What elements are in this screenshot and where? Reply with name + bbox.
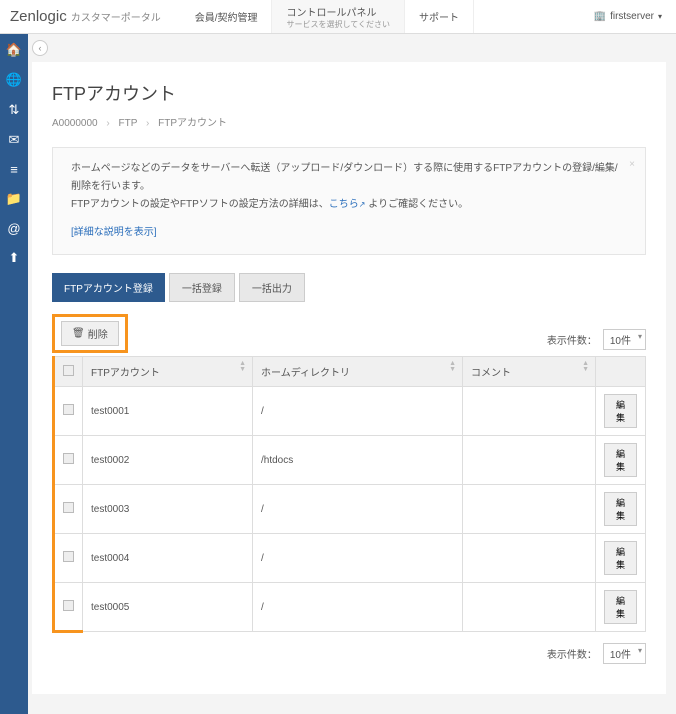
logo-subtitle: カスタマーポータル bbox=[71, 9, 161, 24]
page-size-select[interactable]: 10件 bbox=[603, 329, 646, 350]
edit-button[interactable]: 編集 bbox=[604, 541, 637, 575]
user-menu[interactable]: 🏢 firstserver ▾ bbox=[594, 11, 662, 22]
cell-comment bbox=[463, 387, 596, 436]
table-row: test0002/htdocs 編集 bbox=[54, 436, 646, 485]
sort-icon: ▲▼ bbox=[449, 361, 456, 373]
ftp-table: FTPアカウント▲▼ ホームディレクトリ▲▼ コメント▲▼ test0001/編… bbox=[52, 356, 646, 633]
breadcrumb-current: FTPアカウント bbox=[158, 118, 227, 129]
th-home[interactable]: ホームディレクトリ▲▼ bbox=[253, 357, 463, 387]
nav-support[interactable]: サポート bbox=[405, 0, 474, 33]
cell-comment bbox=[463, 534, 596, 583]
upload-icon[interactable]: ⬆ bbox=[9, 250, 20, 266]
sidebar: 🏠 🌐 ⇅ ✉ ≡ 📁 @ ⬆ bbox=[0, 34, 28, 714]
global-header: Zenlogic カスタマーポータル 会員/契約管理 コントロールパネル サービ… bbox=[0, 0, 676, 34]
sort-icon: ▲▼ bbox=[582, 361, 589, 373]
bulk-output-button[interactable]: 一括出力 bbox=[239, 273, 305, 302]
close-icon[interactable]: × bbox=[629, 156, 635, 174]
globe-icon[interactable]: 🌐 bbox=[6, 72, 22, 88]
cell-comment bbox=[463, 485, 596, 534]
cell-comment bbox=[463, 436, 596, 485]
transfer-icon[interactable]: ⇅ bbox=[9, 102, 20, 118]
cell-home: / bbox=[253, 534, 463, 583]
table-wrap: FTPアカウント▲▼ ホームディレクトリ▲▼ コメント▲▼ test0001/編… bbox=[52, 356, 646, 633]
pager-label: 表示件数： bbox=[547, 332, 597, 347]
database-icon[interactable]: ≡ bbox=[10, 162, 18, 177]
cell-home: /htdocs bbox=[253, 436, 463, 485]
at-icon[interactable]: @ bbox=[7, 221, 20, 236]
edit-button[interactable]: 編集 bbox=[604, 394, 637, 428]
global-nav: 会員/契約管理 コントロールパネル サービスを選択してください サポート bbox=[181, 0, 474, 33]
pager-top: 表示件数： 10件 bbox=[52, 329, 646, 350]
cell-account: test0002 bbox=[83, 436, 253, 485]
pager-label: 表示件数： bbox=[547, 646, 597, 661]
table-row: test0004/ 編集 bbox=[54, 534, 646, 583]
th-account[interactable]: FTPアカウント▲▼ bbox=[83, 357, 253, 387]
checkbox-all[interactable] bbox=[63, 365, 74, 376]
nav-control-panel[interactable]: コントロールパネル サービスを選択してください bbox=[272, 0, 405, 33]
trash-icon: 🗑 bbox=[72, 328, 85, 339]
main-content: ‹ FTPアカウント A0000000 › FTP › FTPアカウント × ホ… bbox=[28, 34, 676, 714]
action-buttons: FTPアカウント登録 一括登録 一括出力 bbox=[52, 273, 646, 302]
highlight-delete-area: 🗑 削除 bbox=[52, 314, 128, 353]
mail-icon[interactable]: ✉ bbox=[9, 132, 20, 148]
cell-home: / bbox=[253, 387, 463, 436]
row-checkbox[interactable] bbox=[63, 551, 74, 562]
building-icon: 🏢 bbox=[594, 11, 606, 22]
back-button[interactable]: ‹ bbox=[32, 40, 48, 56]
cell-account: test0005 bbox=[83, 583, 253, 632]
cell-account: test0001 bbox=[83, 387, 253, 436]
page-size-select-bottom[interactable]: 10件 bbox=[603, 643, 646, 664]
th-comment[interactable]: コメント▲▼ bbox=[463, 357, 596, 387]
table-row: test0003/ 編集 bbox=[54, 485, 646, 534]
bulk-register-button[interactable]: 一括登録 bbox=[169, 273, 235, 302]
nav-member-contract[interactable]: 会員/契約管理 bbox=[181, 0, 273, 33]
breadcrumb: A0000000 › FTP › FTPアカウント bbox=[52, 114, 646, 129]
page-title: FTPアカウント bbox=[52, 80, 646, 106]
chevron-down-icon: ▾ bbox=[658, 12, 662, 21]
cell-home: / bbox=[253, 583, 463, 632]
table-row: test0001/ 編集 bbox=[54, 387, 646, 436]
cell-account: test0004 bbox=[83, 534, 253, 583]
delete-button[interactable]: 🗑 削除 bbox=[61, 321, 119, 346]
edit-button[interactable]: 編集 bbox=[604, 492, 637, 526]
sort-icon: ▲▼ bbox=[239, 361, 246, 373]
row-checkbox[interactable] bbox=[63, 453, 74, 464]
breadcrumb-account[interactable]: A0000000 bbox=[52, 118, 98, 129]
info-link[interactable]: こちら bbox=[329, 199, 359, 210]
cell-home: / bbox=[253, 485, 463, 534]
logo: Zenlogic bbox=[10, 8, 67, 25]
breadcrumb-ftp[interactable]: FTP bbox=[119, 118, 138, 129]
info-line1: ホームページなどのデータをサーバーへ転送（アップロード/ダウンロード）する際に使… bbox=[71, 160, 627, 196]
table-row: test0005/ 編集 bbox=[54, 583, 646, 632]
row-checkbox[interactable] bbox=[63, 600, 74, 611]
edit-button[interactable]: 編集 bbox=[604, 443, 637, 477]
row-checkbox[interactable] bbox=[63, 502, 74, 513]
pager-bottom: 表示件数： 10件 bbox=[52, 643, 646, 664]
register-button[interactable]: FTPアカウント登録 bbox=[52, 273, 165, 302]
cell-comment bbox=[463, 583, 596, 632]
home-icon[interactable]: 🏠 bbox=[6, 42, 22, 58]
cell-account: test0003 bbox=[83, 485, 253, 534]
detail-toggle[interactable]: [詳細な説明を表示] bbox=[71, 224, 157, 242]
info-box: × ホームページなどのデータをサーバーへ転送（アップロード/ダウンロード）する際… bbox=[52, 147, 646, 255]
folder-icon[interactable]: 📁 bbox=[6, 191, 22, 207]
row-checkbox[interactable] bbox=[63, 404, 74, 415]
edit-button[interactable]: 編集 bbox=[604, 590, 637, 624]
info-line2: FTPアカウントの設定やFTPソフトの設定方法の詳細は、こちら↗ よりご確認くだ… bbox=[71, 196, 627, 214]
